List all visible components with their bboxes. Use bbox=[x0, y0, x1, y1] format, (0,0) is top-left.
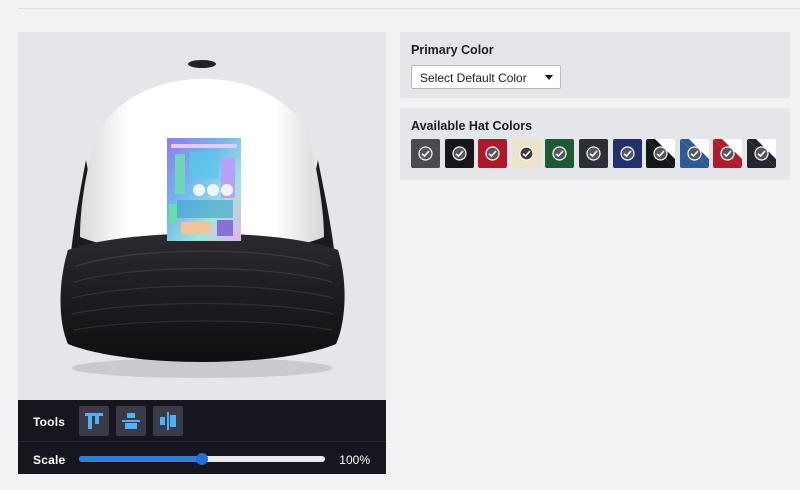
scale-slider[interactable] bbox=[79, 453, 325, 465]
align-horizontal-center-button[interactable] bbox=[153, 406, 183, 436]
swatch-charcoal-white[interactable] bbox=[747, 139, 776, 168]
checkmark-circle-icon bbox=[653, 146, 668, 161]
checkmark-circle-icon bbox=[586, 146, 601, 161]
checkmark-circle-icon bbox=[754, 146, 769, 161]
swatch-black-white[interactable] bbox=[646, 139, 676, 168]
checkmark-circle-icon bbox=[720, 146, 735, 161]
swatch-tan[interactable] bbox=[511, 139, 541, 168]
primary-color-title: Primary Color bbox=[411, 43, 494, 57]
swatch-red-white[interactable] bbox=[713, 139, 743, 168]
checkmark-circle-icon bbox=[552, 146, 567, 161]
swatch-navy-white[interactable] bbox=[679, 139, 709, 168]
design-artwork[interactable] bbox=[167, 138, 241, 241]
swatch-black[interactable] bbox=[444, 139, 474, 168]
scale-label: Scale bbox=[33, 453, 66, 467]
primary-color-panel: Primary Color Select Default Color bbox=[400, 32, 790, 98]
align-top-button[interactable] bbox=[79, 406, 109, 436]
scale-row: Scale 100% bbox=[18, 442, 386, 474]
swatch-dark-gray[interactable] bbox=[579, 139, 608, 168]
tools-label: Tools bbox=[33, 415, 66, 429]
top-divider bbox=[18, 8, 800, 9]
scale-value: 100% bbox=[339, 453, 370, 467]
checkmark-circle-icon bbox=[451, 146, 467, 161]
hat-colors-title: Available Hat Colors bbox=[411, 119, 533, 133]
align-top-icon bbox=[85, 413, 103, 429]
swatch-charcoal[interactable] bbox=[411, 139, 440, 168]
scale-slider-thumb[interactable] bbox=[196, 453, 208, 465]
align-horizontal-center-icon bbox=[160, 412, 176, 430]
align-vertical-center-icon bbox=[122, 413, 140, 429]
checkmark-circle-icon bbox=[418, 146, 433, 161]
hat-preview bbox=[18, 32, 386, 400]
tools-row: Tools bbox=[18, 400, 386, 442]
checkmark-circle-icon bbox=[619, 146, 635, 161]
default-color-select-value: Select Default Color bbox=[420, 71, 527, 85]
checkmark-circle-icon bbox=[687, 146, 702, 161]
swatch-navy[interactable] bbox=[612, 139, 642, 168]
tools-panel: Tools Scale 100% bbox=[18, 400, 386, 474]
align-vertical-center-button[interactable] bbox=[116, 406, 146, 436]
checkmark-circle-icon bbox=[485, 146, 500, 161]
swatch-red[interactable] bbox=[478, 139, 508, 168]
scale-slider-fill bbox=[79, 456, 202, 462]
hat-colors-panel: Available Hat Colors bbox=[400, 108, 790, 180]
checkmark-circle-icon bbox=[519, 146, 534, 161]
caret-down-icon bbox=[545, 75, 553, 80]
default-color-select[interactable]: Select Default Color bbox=[411, 65, 561, 89]
swatch-forest-green[interactable] bbox=[545, 139, 575, 168]
